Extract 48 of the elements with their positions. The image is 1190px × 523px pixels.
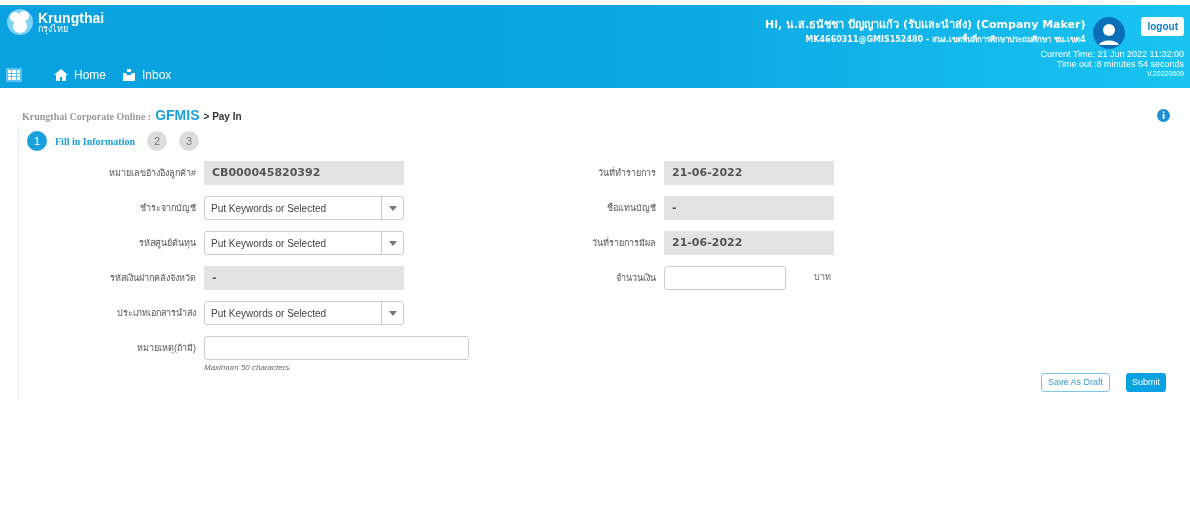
timeout-text: Time out :8 minutes 54 seconds xyxy=(1056,59,1184,69)
caret-icon xyxy=(388,240,397,246)
user-greeting: Hi, น.ส.ธนัชชา ปัญญาแก้ว (รับและนำส่ง) (Company Maker) xyxy=(765,17,1086,33)
step-number: 3 xyxy=(179,131,199,151)
select-field[interactable]: Put Keywords or Selected xyxy=(204,231,404,255)
field-label: วันที่รายการมีผล xyxy=(591,236,657,250)
info-icon[interactable] xyxy=(1157,109,1170,122)
field-label: หมายเหตุ(ถ้ามี) xyxy=(136,342,197,356)
breadcrumb-current: > Pay In xyxy=(203,110,242,124)
step-number: 2 xyxy=(147,131,167,151)
caret-icon xyxy=(388,310,397,316)
readonly-field: - xyxy=(664,196,834,220)
account-info: MK4660311@GMIS152480 - สนง.เขตพื้นที่การศึกษาประถมศึกษา ชม.เขต4 xyxy=(805,33,1086,46)
readonly-field: CB000045820392 xyxy=(204,161,404,185)
field-label: รหัสศูนย์ต้นทุน xyxy=(138,237,197,251)
current-time: Current Time: 21 Jun 2022 11:32:00 xyxy=(1040,49,1184,59)
select-field[interactable]: Put Keywords or Selected xyxy=(204,196,404,220)
text-input[interactable] xyxy=(204,336,469,360)
brand-subtitle: กรุงไทย xyxy=(38,24,68,34)
caret-icon xyxy=(388,205,397,211)
brand-name: Krungthai xyxy=(38,10,105,25)
logout-button[interactable]: logout xyxy=(1141,17,1184,36)
avatar-icon xyxy=(1093,17,1126,49)
inbox-icon xyxy=(122,69,136,81)
currency-unit: บาท xyxy=(814,271,831,285)
hint-text: Maximum 50 characters. xyxy=(204,362,293,374)
submit-button[interactable]: Submit xyxy=(1126,373,1166,392)
field-label: ประเภทเอกสารนำส่ง xyxy=(116,307,197,320)
readonly-field: - xyxy=(204,266,404,290)
readonly-field: 21-06-2022 xyxy=(664,231,834,255)
nav-link[interactable]: Inbox xyxy=(122,66,172,84)
text-input[interactable] xyxy=(664,266,786,290)
nav-link[interactable]: Home xyxy=(54,66,106,84)
field-label: หมายเลขอ้างอิงลูกค้า# xyxy=(108,167,197,181)
field-label: ชื่อแทนบัญชี xyxy=(606,201,657,215)
home-icon xyxy=(54,69,68,81)
step-number: 1 xyxy=(27,131,47,151)
draft-button[interactable]: Save As Draft xyxy=(1040,373,1110,392)
breadcrumb-link[interactable]: GFMIS xyxy=(155,105,200,126)
breadcrumb-root: Krungthai Corporate Online : xyxy=(22,110,152,124)
field-label: จำนวนเงิน xyxy=(615,272,657,285)
field-label: ชำระจากบัญชี xyxy=(139,202,197,215)
field-label: รหัสเงินฝากคลังจังหวัด xyxy=(109,272,197,285)
readonly-field: 21-06-2022 xyxy=(664,161,834,185)
select-field[interactable]: Put Keywords or Selected xyxy=(204,301,404,325)
field-label: วันที่ทำรายการ xyxy=(597,166,657,180)
app-grid-button[interactable] xyxy=(6,68,22,82)
step-label: Fill in Information xyxy=(55,134,135,149)
